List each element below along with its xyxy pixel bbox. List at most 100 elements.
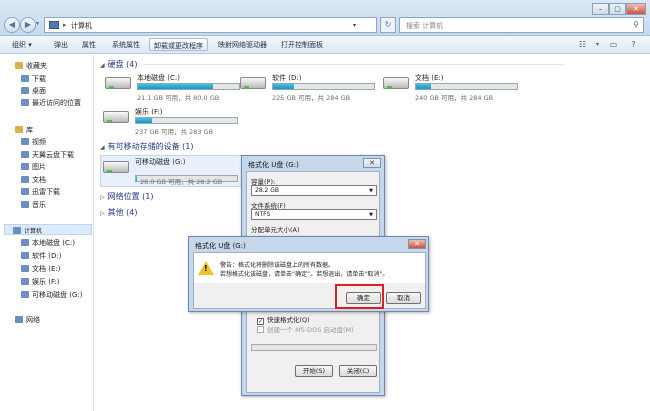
group-removable[interactable]: ◢ 有可移动存储的设备 (1) (100, 141, 194, 152)
allocation-label: 分配单元大小(A) (251, 226, 300, 234)
warning-message-line1: 警告：格式化将删除该磁盘上的所有数据。 (220, 262, 335, 269)
drive-name: 软件 (D:) (272, 74, 302, 82)
preview-pane-icon[interactable]: ▭ (608, 39, 619, 50)
format-progress-bar (251, 344, 377, 351)
usage-bar (272, 83, 375, 90)
documents-icon (21, 176, 29, 183)
nav-drive-c[interactable]: 本地磁盘 (C:) (21, 238, 75, 248)
usb-drive-icon (21, 291, 29, 298)
nav-desktop[interactable]: 桌面 (21, 86, 46, 96)
videos-icon (21, 138, 29, 145)
drive-size: 240 GB 可用，共 284 GB (415, 94, 494, 102)
usage-bar (135, 117, 238, 124)
hard-drive-icon (240, 77, 266, 89)
pictures-icon (21, 163, 29, 170)
hard-drive-icon (105, 77, 131, 89)
computer-icon (13, 227, 21, 234)
nav-recent[interactable]: 最近访问的位置 (21, 98, 81, 108)
usb-drive-icon (103, 161, 129, 173)
system-properties-button[interactable]: 系统属性 (112, 40, 140, 50)
navigation-pane: 收藏夹 下载 桌面 最近访问的位置 库 视频 天翼云盘下载 图片 文档 迅雷下载… (0, 55, 94, 411)
expand-arrow-icon: ▷ (100, 194, 105, 201)
address-dropdown-icon[interactable]: ▾ (353, 22, 356, 29)
nav-music[interactable]: 音乐 (21, 200, 46, 210)
group-hard-drives[interactable]: ◢ 硬盘 (4) (100, 59, 564, 70)
confirm-dialog: 格式化 U盘 (G:) ✕ ! 警告：格式化将删除该磁盘上的所有数据。 若想格式… (188, 236, 429, 312)
collapse-arrow-icon: ◢ (100, 62, 105, 69)
eject-button[interactable]: 弹出 (54, 40, 68, 50)
control-panel-button[interactable]: 打开控制面板 (281, 40, 323, 50)
command-bar: 组织 ▾ 弹出 属性 系统属性 卸载或更改程序 映射网络驱动器 打开控制面板 ☷… (0, 36, 650, 54)
drive-name: 可移动磁盘 (G:) (135, 158, 186, 166)
warning-message-line2: 若想格式化该磁盘，请单击“确定”。若想退出，请单击“取消”。 (220, 271, 389, 278)
hard-drive-icon (103, 111, 129, 123)
back-button[interactable]: ◀ (4, 17, 20, 33)
nav-documents[interactable]: 文档 (21, 175, 46, 185)
folder-icon (21, 151, 29, 158)
dropdown-arrow-icon: ▼ (369, 212, 373, 218)
usage-bar (415, 83, 518, 90)
drive-size: 225 GB 可用，共 284 GB (272, 94, 351, 102)
downloads-icon (21, 75, 29, 82)
format-dialog-title: 格式化 U盘 (G:) (248, 161, 299, 169)
title-bar: ◀ ▶ ▾ ▸ 计算机 ▾ ↻ 搜索 计算机 ⚲ – ▢ ✕ (0, 0, 650, 36)
usage-bar (137, 83, 240, 90)
drive-name: 本地磁盘 (C:) (137, 74, 180, 82)
map-network-drive-button[interactable]: 映射网络驱动器 (218, 40, 267, 50)
library-icon (15, 126, 23, 133)
minimize-button[interactable]: – (592, 3, 609, 15)
search-input[interactable]: 搜索 计算机 ⚲ (399, 17, 644, 33)
view-options-icon[interactable]: ☷ (577, 39, 588, 50)
star-icon (15, 62, 23, 69)
close-window-button[interactable]: ✕ (626, 3, 646, 15)
drive-icon (21, 278, 29, 285)
nav-drive-f[interactable]: 娱乐 (F:) (21, 277, 60, 287)
nav-xunlei[interactable]: 迅雷下载 (21, 187, 60, 197)
drive-size: 28.0 GB 可用，共 28.2 GB (140, 178, 223, 186)
properties-button[interactable]: 属性 (82, 40, 96, 50)
expand-arrow-icon: ▷ (100, 210, 105, 217)
dropdown-arrow-icon: ▼ (369, 188, 373, 194)
search-placeholder: 搜索 计算机 (406, 22, 444, 30)
refresh-button[interactable]: ↻ (380, 17, 396, 33)
warning-icon: ! (198, 261, 214, 275)
history-dropdown-icon[interactable]: ▾ (36, 20, 39, 27)
nav-drive-g[interactable]: 可移动磁盘 (G:) (21, 290, 82, 300)
drive-name: 娱乐 (F:) (135, 108, 163, 116)
capacity-select[interactable]: 28.2 GB ▼ (251, 185, 377, 196)
nav-drive-d[interactable]: 软件 (D:) (21, 251, 61, 261)
computer-icon (49, 21, 59, 29)
start-button[interactable]: 开始(S) (295, 365, 333, 377)
nav-library[interactable]: 库 (15, 125, 33, 135)
group-network-locations[interactable]: ▷ 网络位置 (1) (100, 191, 154, 202)
nav-network[interactable]: 网络 (15, 315, 40, 325)
nav-videos[interactable]: 视频 (21, 137, 46, 147)
filesystem-select[interactable]: NTFS ▼ (251, 209, 377, 220)
nav-pictures[interactable]: 图片 (21, 162, 46, 172)
close-button[interactable]: 关闭(C) (339, 365, 377, 377)
uninstall-program-button[interactable]: 卸载或更改程序 (149, 38, 208, 51)
ok-highlight-box (335, 284, 384, 309)
search-icon: ⚲ (633, 20, 639, 29)
nav-tianyi[interactable]: 天翼云盘下载 (21, 150, 74, 160)
format-close-icon[interactable]: ✕ (363, 158, 381, 168)
help-icon[interactable]: ? (628, 39, 639, 50)
drive-size: 21.1 GB 可用，共 80.0 GB (137, 94, 220, 102)
organize-menu[interactable]: 组织 ▾ (12, 40, 32, 50)
drive-icon (21, 265, 29, 272)
group-other[interactable]: ▷ 其他 (4) (100, 207, 138, 218)
address-bar[interactable]: ▸ 计算机 ▾ (44, 17, 377, 33)
drive-size: 237 GB 可用，共 283 GB (135, 128, 214, 136)
breadcrumb-computer[interactable]: 计算机 (71, 21, 92, 31)
nav-downloads[interactable]: 下载 (21, 74, 46, 84)
view-dropdown-icon[interactable]: ▾ (592, 39, 603, 50)
drive-icon (21, 252, 29, 259)
cancel-button[interactable]: 取消 (386, 292, 421, 304)
forward-button[interactable]: ▶ (20, 17, 36, 33)
msdos-checkbox[interactable]: 创建一个 MS-DOS 启动盘(M) (257, 324, 354, 334)
confirm-close-icon[interactable]: ✕ (408, 239, 426, 249)
maximize-button[interactable]: ▢ (609, 3, 626, 15)
nav-computer[interactable]: 计算机 (4, 224, 92, 235)
nav-drive-e[interactable]: 文档 (E:) (21, 264, 60, 274)
nav-favorites[interactable]: 收藏夹 (15, 61, 47, 71)
